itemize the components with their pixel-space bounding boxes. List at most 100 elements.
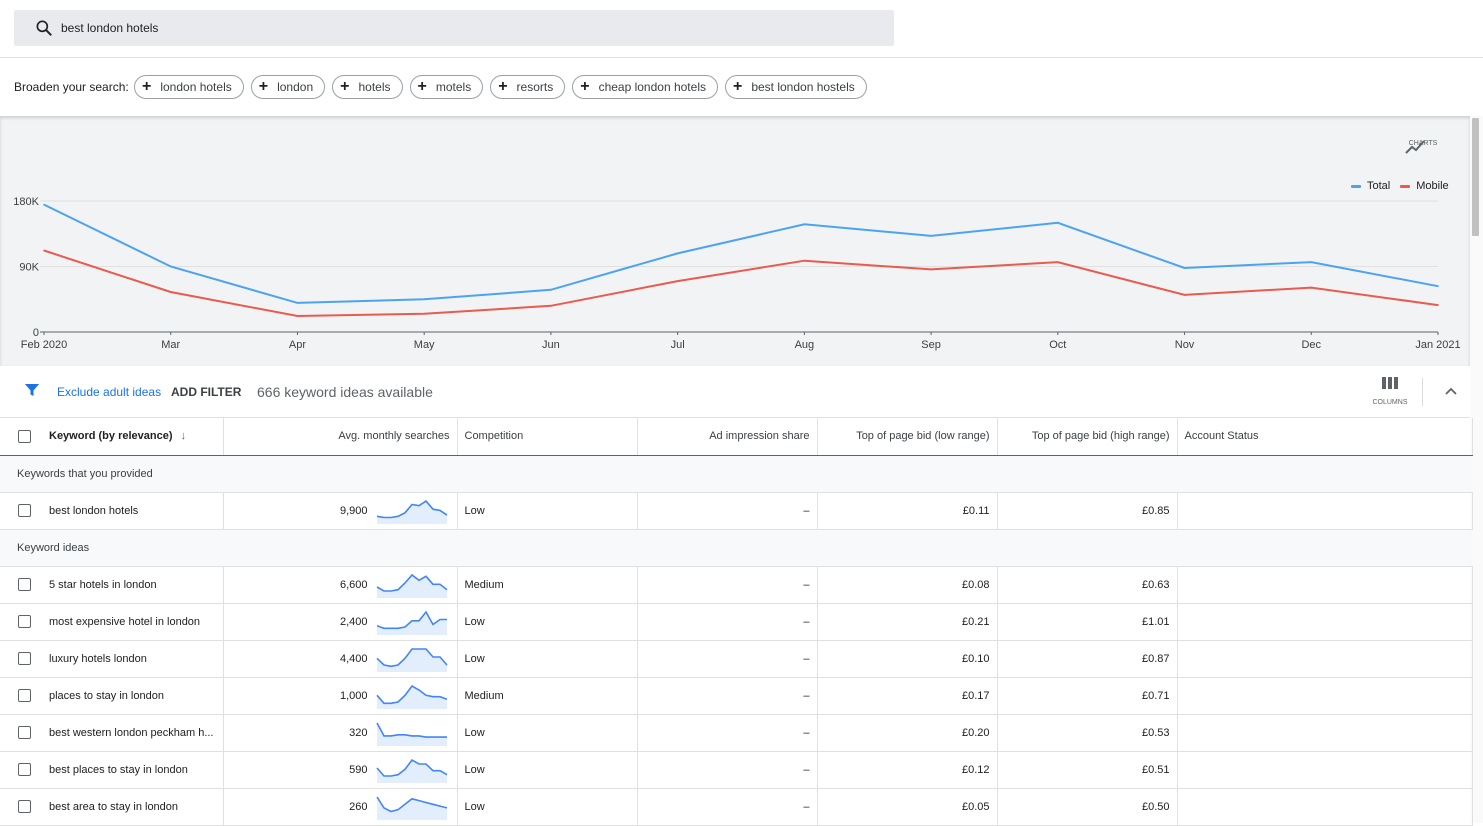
searches-value: 320 <box>349 726 368 739</box>
broaden-chip[interactable]: + london <box>250 75 326 99</box>
row-checkbox-cell[interactable] <box>0 603 42 641</box>
table-row[interactable]: best london hotels 9,900 Low – £0.11 £0.85 <box>0 492 1473 530</box>
avg-monthly-searches-cell: 590 <box>223 751 458 789</box>
table-row[interactable]: 5 star hotels in london 6,600 Medium – £0.08… <box>0 566 1473 604</box>
avg-monthly-searches-cell: 2,400 <box>223 603 458 641</box>
row-checkbox[interactable] <box>18 652 31 665</box>
keyword-cell: best area to stay in london <box>42 788 224 826</box>
legend-item-mobile[interactable]: Mobile <box>1400 180 1449 192</box>
keyword-cell: best western london peckham h... <box>42 714 224 752</box>
x-tick-label: Jul <box>671 339 685 351</box>
x-tick-label: Jan 2021 <box>1415 339 1460 351</box>
columns-button[interactable]: COLUMNS <box>1372 376 1408 406</box>
account-status-cell <box>1177 603 1473 641</box>
data-point-mobile <box>1437 304 1439 306</box>
legend-item-total[interactable]: Total <box>1351 180 1390 192</box>
row-checkbox-cell[interactable] <box>0 677 42 715</box>
searches-value: 4,400 <box>339 652 368 665</box>
row-checkbox[interactable] <box>18 615 31 628</box>
broaden-chip-label: cheap london hotels <box>598 80 706 94</box>
competition-cell: Low <box>457 640 638 678</box>
row-checkbox[interactable] <box>18 763 31 776</box>
broaden-chip[interactable]: + best london hostels <box>724 75 867 99</box>
ad-impression-share-cell: – <box>637 603 818 641</box>
trending-chart-icon <box>1405 140 1425 154</box>
trend-sparkline <box>375 722 447 746</box>
sort-down-arrow-icon: ↓ <box>180 430 187 443</box>
search-icon <box>36 20 52 36</box>
competition-cell: Low <box>457 788 638 826</box>
data-point-mobile <box>423 313 425 315</box>
header-competition[interactable]: Competition <box>457 418 638 456</box>
row-checkbox-cell[interactable] <box>0 640 42 678</box>
select-all-checkbox-cell[interactable] <box>0 418 42 456</box>
row-checkbox-cell[interactable] <box>0 751 42 789</box>
row-checkbox[interactable] <box>18 578 31 591</box>
data-point-total <box>1310 261 1313 263</box>
data-point-mobile <box>803 259 806 262</box>
top-bid-low-cell: £0.17 <box>817 677 998 715</box>
row-checkbox[interactable] <box>18 726 31 739</box>
header-ad-impression-share[interactable]: Ad impression share <box>637 418 818 456</box>
row-checkbox[interactable] <box>18 689 31 702</box>
y-tick-label: 0 <box>33 327 39 339</box>
plus-icon: + <box>142 78 152 95</box>
broaden-chip[interactable]: + motels <box>409 75 484 99</box>
header-account-status[interactable]: Account Status <box>1177 418 1473 456</box>
account-status-cell <box>1177 640 1473 678</box>
y-tick-label: 180K <box>13 196 39 208</box>
broaden-chip[interactable]: + cheap london hotels <box>572 75 718 99</box>
data-point-mobile <box>676 280 679 282</box>
charts-button[interactable]: CHARTS <box>1404 138 1442 154</box>
select-all-checkbox[interactable] <box>18 429 31 443</box>
broaden-chip[interactable]: + resorts <box>490 75 566 99</box>
data-point-mobile <box>1310 286 1313 289</box>
data-point-total <box>676 252 679 255</box>
x-tick-label: Oct <box>1049 339 1066 351</box>
search-query[interactable]: best london hotels <box>61 21 158 35</box>
row-checkbox[interactable] <box>18 800 31 813</box>
table-row[interactable]: most expensive hotel in london 2,400 Low – £… <box>0 603 1473 641</box>
ad-impression-share-cell: – <box>637 492 818 530</box>
searches-value: 260 <box>349 800 368 813</box>
broaden-chip[interactable]: + london hotels <box>134 75 244 99</box>
header-top-bid-high[interactable]: Top of page bid (high range) <box>997 418 1178 456</box>
header-keyword[interactable]: Keyword (by relevance) ↓ <box>42 418 224 456</box>
filter-icon[interactable] <box>24 382 40 398</box>
table-row[interactable]: places to stay in london 1,000 Medium – £0.1… <box>0 677 1473 715</box>
series-line-total <box>43 203 1439 304</box>
data-point-mobile <box>1183 294 1186 296</box>
exclude-adult-ideas-filter[interactable]: Exclude adult ideas <box>57 385 161 399</box>
data-point-mobile <box>296 315 299 317</box>
avg-monthly-searches-cell: 4,400 <box>223 640 458 678</box>
top-bid-high-cell: £0.51 <box>997 751 1178 789</box>
broaden-chip[interactable]: + hotels <box>332 75 403 99</box>
top-bid-low-cell: £0.10 <box>817 640 998 678</box>
table-group-row: Keyword ideas <box>0 529 1472 567</box>
row-checkbox-cell[interactable] <box>0 788 42 826</box>
table-row[interactable]: best places to stay in london 590 Low – £0.1… <box>0 751 1473 789</box>
scrollbar-thumb[interactable] <box>1472 118 1479 236</box>
table-group-row: Keywords that you provided <box>0 455 1472 493</box>
row-checkbox-cell[interactable] <box>0 492 42 530</box>
row-checkbox-cell[interactable] <box>0 714 42 752</box>
table-row[interactable]: luxury hotels london 4,400 Low – £0.10 £0.87 <box>0 640 1473 678</box>
legend-swatch-total <box>1351 184 1361 188</box>
top-bid-low-cell: £0.11 <box>817 492 998 530</box>
top-bid-high-cell: £0.53 <box>997 714 1178 752</box>
keyword-search-bar[interactable]: best london hotels <box>14 10 894 46</box>
line-chart: 0 90K 180K Feb 2020 Mar Apr May Jun Jul Aug Sep Oct… <box>13 196 1460 351</box>
trend-sparkline <box>375 647 448 672</box>
competition-cell: Medium <box>457 566 638 604</box>
table-row[interactable]: best western london peckham h... 320 Low – £… <box>0 714 1473 752</box>
header-top-bid-low[interactable]: Top of page bid (low range) <box>817 418 998 456</box>
header-avg-monthly-searches[interactable]: Avg. monthly searches <box>223 418 458 456</box>
add-filter-button[interactable]: ADD FILTER <box>171 385 241 399</box>
chevron-up-icon[interactable] <box>1444 384 1458 398</box>
x-tick-label: Feb 2020 <box>21 339 67 351</box>
row-checkbox-cell[interactable] <box>0 566 42 604</box>
competition-cell: Medium <box>457 677 638 715</box>
row-checkbox[interactable] <box>18 504 31 517</box>
x-tick-label: May <box>414 339 435 351</box>
table-row[interactable]: best area to stay in london 260 Low – £0.05 £… <box>0 788 1473 826</box>
